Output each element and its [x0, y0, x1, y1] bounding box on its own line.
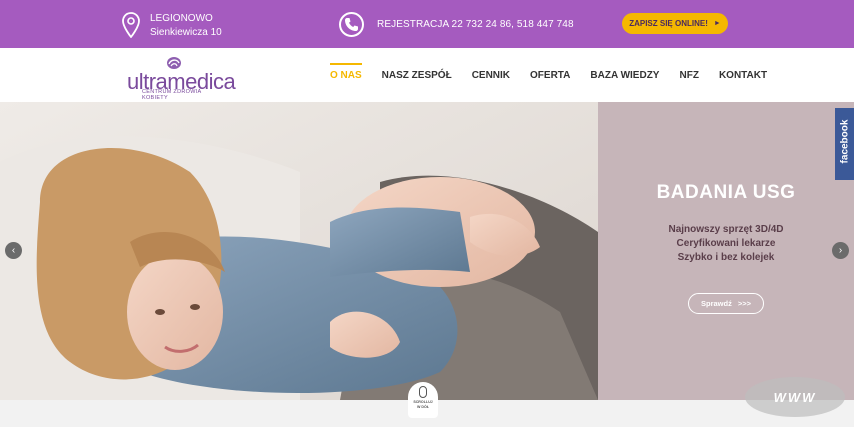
www-watermark: WWW	[745, 377, 845, 417]
nav-item-knowledge-base[interactable]: BAZA WIEDZY	[580, 48, 669, 102]
registration-phone[interactable]: REJESTRACJA 22 732 24 86, 518 447 748	[377, 19, 574, 30]
address-street: Sienkiewicza 10	[150, 27, 222, 38]
hero-photo-illustration	[0, 102, 598, 400]
book-online-button[interactable]: ZAPISZ SIĘ ONLINE! ►	[622, 13, 728, 34]
nav-item-nfz[interactable]: NFZ	[669, 48, 708, 102]
slider-next-button[interactable]: ›	[832, 242, 849, 259]
address-city: LEGIONOWO	[150, 13, 213, 24]
facebook-tab[interactable]: facebook	[835, 108, 854, 180]
scroll-hint-line: W DÓŁ	[417, 404, 429, 409]
hero-slider: BADANIA USG Najnowszy sprzęt 3D/4D Ceryf…	[0, 102, 854, 400]
hero-title: BADANIA USG	[656, 182, 796, 203]
check-button-label: Sprawdź	[701, 299, 732, 308]
location-pin-icon	[122, 12, 140, 38]
nav-item-team[interactable]: NASZ ZESPÓŁ	[372, 48, 462, 102]
nav-item-about[interactable]: O NAS	[320, 48, 372, 102]
main-nav: O NAS NASZ ZESPÓŁ CENNIK OFERTA BAZA WIE…	[320, 48, 777, 102]
hero-line: Najnowszy sprzęt 3D/4D	[668, 224, 784, 235]
book-online-label: ZAPISZ SIĘ ONLINE!	[629, 19, 708, 28]
hero-photo-pregnant-woman	[0, 102, 598, 400]
hero-line: Ceryfikowani lekarze	[676, 238, 776, 249]
phone-icon	[339, 12, 364, 37]
chevron-right-icon: ›	[838, 245, 843, 256]
chevron-left-icon: ‹	[11, 245, 16, 256]
nav-item-prices[interactable]: CENNIK	[462, 48, 520, 102]
scroll-down-hint[interactable]: SCROLLUJ W DÓŁ	[408, 382, 438, 418]
chevron-right-icon: ►	[713, 20, 721, 27]
nav-item-offer[interactable]: OFERTA	[520, 48, 580, 102]
mouse-icon	[419, 386, 427, 398]
top-bar: LEGIONOWO Sienkiewicza 10 REJESTRACJA 22…	[0, 0, 854, 48]
facebook-label: facebook	[839, 119, 851, 164]
logo-tagline: CENTRUM ZDROWIA KOBIETY	[142, 89, 202, 101]
logo[interactable]: ultramedica CENTRUM ZDROWIA KOBIETY	[127, 55, 236, 101]
address: LEGIONOWO Sienkiewicza 10	[150, 12, 222, 40]
nav-item-contact[interactable]: KONTAKT	[709, 48, 777, 102]
check-button-arrows: >>>	[737, 299, 751, 308]
slider-prev-button[interactable]: ‹	[5, 242, 22, 259]
hero-caption-panel: BADANIA USG Najnowszy sprzęt 3D/4D Ceryf…	[598, 102, 854, 400]
hero-lines: Najnowszy sprzęt 3D/4D Ceryfikowani leka…	[598, 223, 854, 265]
check-button[interactable]: Sprawdź >>>	[688, 293, 764, 314]
hero-line: Szybko i bez kolejek	[677, 252, 775, 263]
